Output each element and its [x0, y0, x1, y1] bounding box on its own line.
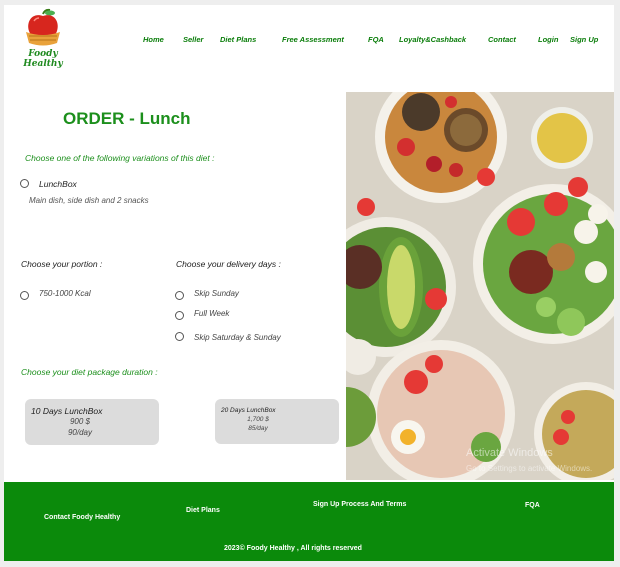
full-week-label: Full Week	[194, 309, 230, 318]
package-title: 10 Days LunchBox	[31, 406, 103, 416]
footer-copyright: 2023© Foody Healthy , All rights reserve…	[224, 545, 362, 552]
package-price: 900 $	[69, 417, 91, 426]
footer: Contact Foody Healthy Diet Plans Sign Up…	[4, 482, 614, 561]
portion-option-label: 750-1000 Kcal	[39, 289, 91, 298]
main-nav: Home Seller Diet Plans Free Assessment F…	[4, 35, 614, 49]
footer-contact-link[interactable]: Contact Foody Healthy	[44, 514, 120, 521]
hero-food-image: Activate Windows Go to Settings to activ…	[346, 92, 614, 480]
package-price: 1,700 $	[247, 416, 269, 423]
brand-name: Foody Healthy	[23, 49, 63, 69]
lunchbox-description: Main dish, side dish and 2 snacks	[29, 196, 149, 205]
package-title: 20 Days LunchBox	[221, 407, 276, 414]
skip-sunday-radio[interactable]	[175, 291, 184, 300]
skip-weekend-radio[interactable]	[175, 332, 184, 341]
nav-diet-plans[interactable]: Diet Plans	[220, 35, 256, 44]
windows-watermark-subtext: Go to Settings to activate Windows.	[466, 464, 593, 473]
lunchbox-label: LunchBox	[39, 179, 77, 189]
nav-login[interactable]: Login	[538, 35, 558, 44]
package-per-day: 85/day	[248, 425, 268, 432]
variation-prompt: Choose one of the following variations o…	[25, 153, 215, 163]
package-10-days[interactable]: 10 Days LunchBox 900 $ 90/day	[25, 399, 159, 445]
lunchbox-radio[interactable]	[20, 179, 29, 188]
nav-contact[interactable]: Contact	[488, 35, 516, 44]
delivery-prompt: Choose your delivery days :	[176, 259, 281, 269]
nav-fqa[interactable]: FQA	[368, 35, 384, 44]
package-20-days[interactable]: 20 Days LunchBox 1,700 $ 85/day	[215, 399, 339, 444]
nav-home[interactable]: Home	[143, 35, 164, 44]
nav-seller[interactable]: Seller	[183, 35, 203, 44]
skip-sunday-label: Skip Sunday	[194, 289, 239, 298]
page: Foody Healthy Home Seller Diet Plans Fre…	[4, 5, 614, 561]
package-per-day: 90/day	[67, 428, 93, 437]
footer-fqa-link[interactable]: FQA	[525, 502, 540, 509]
nav-signup[interactable]: Sign Up	[570, 35, 598, 44]
portion-prompt: Choose your portion :	[21, 259, 103, 269]
nav-free-assessment[interactable]: Free Assessment	[282, 35, 344, 44]
footer-diet-plans-link[interactable]: Diet Plans	[186, 507, 220, 514]
windows-watermark: Activate Windows	[466, 447, 553, 459]
skip-weekend-label: Skip Saturday & Sunday	[194, 333, 281, 342]
portion-radio[interactable]	[20, 291, 29, 300]
footer-signup-terms-link[interactable]: Sign Up Process And Terms	[313, 501, 406, 508]
full-week-radio[interactable]	[175, 311, 184, 320]
duration-prompt: Choose your diet package duration :	[21, 367, 158, 377]
nav-loyalty-cashback[interactable]: Loyalty&Cashback	[399, 35, 466, 44]
order-title: ORDER - Lunch	[63, 109, 191, 128]
